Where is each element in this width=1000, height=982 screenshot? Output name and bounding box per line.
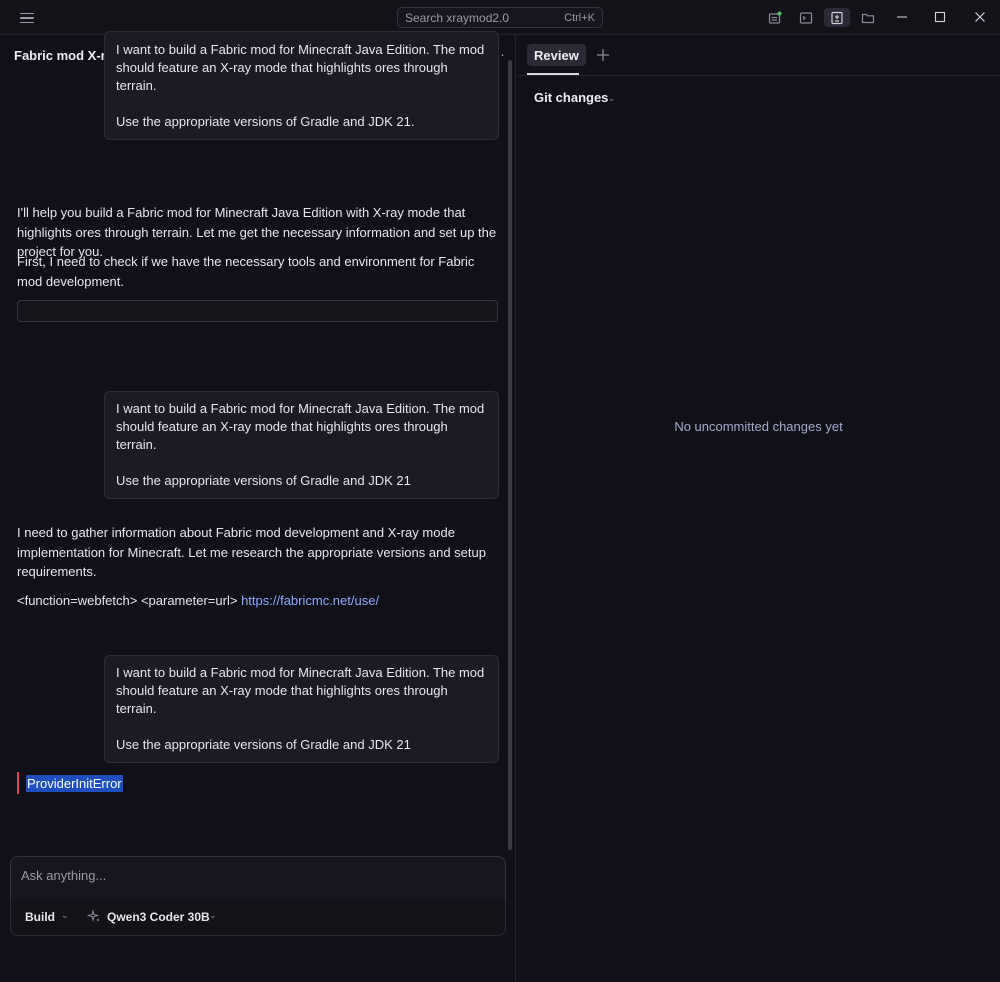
message-line: I want to build a Fabric mod for Minecra… xyxy=(116,42,485,57)
tab-bar: Review xyxy=(517,35,1000,76)
prompt-input[interactable] xyxy=(21,868,461,883)
chevron-down-icon[interactable]: ⌄ xyxy=(209,910,217,921)
mode-selector[interactable]: Build xyxy=(25,910,55,924)
chevron-down-icon[interactable]: ⌄ xyxy=(61,910,69,921)
tool-call-text: <function=webfetch> <parameter=url> xyxy=(17,593,238,608)
message-line: Use the appropriate versions of Gradle a… xyxy=(116,737,411,752)
search-placeholder: Search xraymod2.0 xyxy=(405,10,510,25)
hamburger-menu-icon[interactable] xyxy=(18,9,36,27)
user-message: I want to build a Fabric mod for Minecra… xyxy=(104,31,499,140)
search-shortcut: Ctrl+K xyxy=(564,11,595,24)
message-line: Use the appropriate versions of Gradle a… xyxy=(116,473,411,488)
message-line: I want to build a Fabric mod for Minecra… xyxy=(116,401,485,416)
tool-call-link[interactable]: https://fabricmc.net/use/ xyxy=(241,593,379,608)
chat-panel: Fabric mod X-ray ores through terrain hi… xyxy=(0,31,516,982)
sparkle-icon xyxy=(87,909,100,922)
empty-state-text: No uncommitted changes yet xyxy=(674,419,843,434)
error-text: ProviderInitError xyxy=(26,774,123,792)
chevron-down-icon[interactable]: ⌄ xyxy=(608,93,616,104)
message-line: Use the appropriate versions of Gradle a… xyxy=(116,114,415,129)
tab-review[interactable]: Review xyxy=(527,44,586,66)
active-tab-indicator xyxy=(527,73,579,75)
user-message: I want to build a Fabric mod for Minecra… xyxy=(104,655,499,763)
review-panel-icon[interactable] xyxy=(824,8,850,27)
error-message: ProviderInitError xyxy=(17,772,123,794)
maximize-icon[interactable] xyxy=(931,8,949,26)
folder-icon[interactable] xyxy=(857,8,879,27)
terminal-icon[interactable] xyxy=(795,8,817,27)
message-line: I want to build a Fabric mod for Minecra… xyxy=(116,665,485,680)
assistant-message: I need to gather information about Fabri… xyxy=(17,525,486,579)
model-selector[interactable]: Qwen3 Coder 30B xyxy=(107,910,210,924)
assistant-message: First, I need to check if we have the ne… xyxy=(17,254,475,289)
assistant-tool-call: <function=webfetch> <parameter=url> http… xyxy=(17,591,497,611)
review-panel: Review Git changes ⌄ No uncommitted chan… xyxy=(517,35,1000,982)
title-bar: Search xraymod2.0 Ctrl+K xyxy=(0,0,1000,35)
message-line: should feature an X-ray mode that highli… xyxy=(116,60,448,93)
add-tab-icon[interactable] xyxy=(596,48,610,62)
status-panel-icon[interactable] xyxy=(764,8,786,27)
composer-footer: Build ⌄ Qwen3 Coder 30B ⌄ xyxy=(10,899,506,936)
message-line: should feature an X-ray mode that highli… xyxy=(116,683,448,716)
search-box[interactable]: Search xraymod2.0 Ctrl+K xyxy=(397,7,603,28)
minimize-icon[interactable] xyxy=(893,8,911,26)
chat-scrollbar[interactable] xyxy=(508,60,512,850)
message-line: should feature an X-ray mode that highli… xyxy=(116,419,448,452)
tool-output-box[interactable] xyxy=(17,300,498,322)
git-changes-dropdown[interactable]: Git changes xyxy=(534,90,608,105)
close-icon[interactable] xyxy=(971,8,989,26)
user-message: I want to build a Fabric mod for Minecra… xyxy=(104,391,499,499)
